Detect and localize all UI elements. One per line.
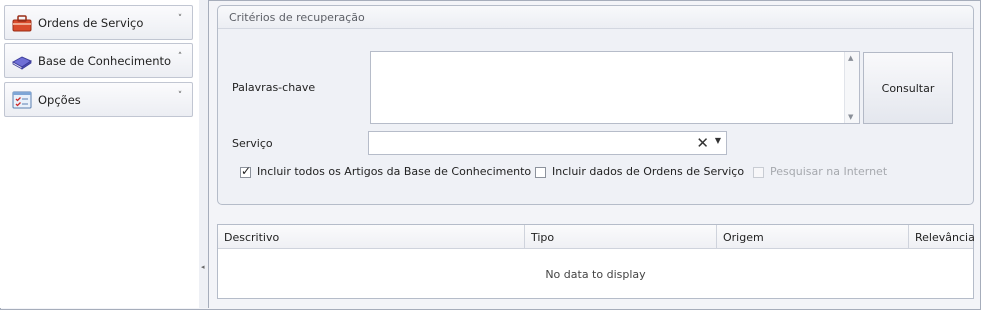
- search-internet-checkbox: [753, 167, 764, 178]
- results-grid: Descritivo Tipo Origem Relevância No dat…: [217, 224, 975, 299]
- options-checklist-icon: [12, 91, 32, 109]
- service-label: Serviço: [232, 137, 273, 150]
- nav-item-base-de-conhecimento[interactable]: Base de Conhecimento ˄: [4, 43, 193, 78]
- service-combobox[interactable]: ✕ ▼: [368, 131, 727, 155]
- column-header-origem[interactable]: Origem: [717, 225, 909, 248]
- nav-item-label: Opções: [38, 93, 81, 107]
- column-header-relevancia[interactable]: Relevância: [909, 225, 975, 248]
- search-internet-label: Pesquisar na Internet: [770, 165, 888, 178]
- keywords-input[interactable]: ▲ ▼: [370, 51, 860, 124]
- book-icon: [12, 56, 32, 70]
- chevron-up-icon[interactable]: ˄: [175, 52, 185, 62]
- collapse-arrow-icon[interactable]: ◂: [201, 263, 205, 271]
- scroll-down-icon[interactable]: ▼: [848, 113, 853, 121]
- column-header-label: Origem: [723, 231, 764, 244]
- nav-item-label: Ordens de Serviço: [38, 16, 144, 30]
- empty-grid-message: No data to display: [545, 268, 646, 281]
- scroll-up-icon[interactable]: ▲: [848, 54, 853, 62]
- sidebar: Ordens de Serviço ˅ Base de Conhecimento…: [0, 0, 200, 308]
- column-header-descritivo[interactable]: Descritivo: [218, 225, 525, 248]
- sidebar-splitter[interactable]: ◂: [199, 0, 209, 308]
- grid-header: Descritivo Tipo Origem Relevância: [218, 225, 975, 249]
- column-header-tipo[interactable]: Tipo: [525, 225, 717, 248]
- criteria-panel: Critérios de recuperação Palavras-chave …: [217, 5, 974, 205]
- clear-icon[interactable]: ✕: [696, 134, 709, 152]
- include-service-orders-label[interactable]: Incluir dados de Ordens de Serviço: [552, 165, 744, 178]
- toolbox-icon: [12, 15, 32, 32]
- column-header-label: Tipo: [531, 231, 555, 244]
- criteria-panel-header: Critérios de recuperação: [218, 6, 973, 29]
- include-knowledge-articles-checkbox[interactable]: [240, 164, 251, 178]
- column-header-label: Relevância: [915, 231, 975, 244]
- include-service-orders-checkbox[interactable]: [535, 167, 546, 178]
- keywords-scrollbar[interactable]: ▲ ▼: [844, 52, 859, 123]
- keywords-label: Palavras-chave: [232, 81, 316, 94]
- include-knowledge-articles-label[interactable]: Incluir todos os Artigos da Base de Conh…: [257, 165, 531, 178]
- nav-item-ordens-de-servico[interactable]: Ordens de Serviço ˅: [4, 5, 193, 40]
- column-header-label: Descritivo: [224, 231, 280, 244]
- dropdown-arrow-icon[interactable]: ▼: [715, 136, 721, 145]
- search-button[interactable]: Consultar: [863, 52, 953, 124]
- chevron-down-icon[interactable]: ˅: [175, 91, 185, 101]
- criteria-panel-title: Critérios de recuperação: [229, 11, 365, 24]
- nav-item-opcoes[interactable]: Opções ˅: [4, 82, 193, 117]
- chevron-down-icon[interactable]: ˅: [175, 14, 185, 24]
- nav-item-label: Base de Conhecimento: [38, 54, 172, 68]
